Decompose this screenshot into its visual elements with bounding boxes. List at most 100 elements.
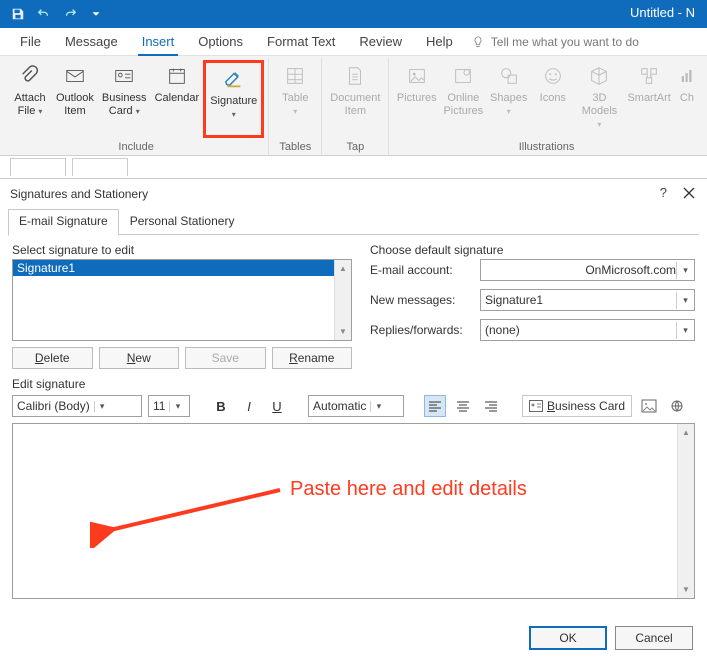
window-title: Untitled - N (630, 5, 695, 20)
title-bar: Untitled - N (0, 0, 707, 28)
outlook-item-button[interactable]: Outlook Item (52, 60, 98, 138)
tab-insert[interactable]: Insert (130, 28, 187, 55)
tell-me-search[interactable]: Tell me what you want to do (471, 28, 639, 55)
format-toolbar: Calibri (Body) ▾ 11 ▾ B I U Automatic ▾ (12, 395, 695, 417)
undo-icon[interactable] (32, 2, 56, 26)
new-button[interactable]: New (99, 347, 180, 369)
scroll-up-icon[interactable]: ▲ (335, 260, 351, 277)
ribbon-group-tap: Document Item Tap (322, 58, 389, 155)
pictures-icon (406, 62, 428, 90)
tab-personal-stationery[interactable]: Personal Stationery (119, 209, 246, 235)
rename-button[interactable]: Rename (272, 347, 353, 369)
pictures-button: Pictures (393, 60, 440, 138)
icons-button: Icons (531, 60, 575, 138)
ribbon-group-tables: Table ▾ Tables (269, 58, 322, 155)
edit-signature-label: Edit signature (12, 377, 695, 391)
tab-help[interactable]: Help (414, 28, 465, 55)
align-center-button[interactable] (452, 395, 474, 417)
chevron-down-icon: ▾ (169, 401, 185, 412)
dialog-tabs: E-mail Signature Personal Stationery (8, 209, 699, 235)
scroll-down-icon[interactable]: ▼ (678, 581, 694, 598)
table-icon (284, 62, 306, 90)
signature-editor[interactable]: ▲ ▼ (12, 423, 695, 599)
bold-button[interactable]: B (210, 395, 232, 417)
underline-button[interactable]: U (266, 395, 288, 417)
font-size-select[interactable]: 11 ▾ (148, 395, 190, 417)
replies-forwards-label: Replies/forwards: (370, 323, 480, 337)
tab-review[interactable]: Review (347, 28, 414, 55)
smartart-icon (638, 62, 660, 90)
dialog-footer: OK Cancel (0, 618, 707, 658)
chart-icon (678, 62, 696, 90)
chevron-down-icon: ▾ (94, 401, 110, 412)
card-icon (113, 62, 135, 90)
calendar-icon (166, 62, 188, 90)
business-card-button[interactable]: Business Card ▾ (98, 60, 151, 138)
ribbon: Attach File ▾ Outlook Item Business Card… (0, 56, 707, 156)
align-right-button[interactable] (480, 395, 502, 417)
card-icon (529, 400, 543, 412)
email-account-label: E-mail account: (370, 263, 480, 277)
ribbon-group-illustrations: Pictures Online Pictures Shapes ▾ Icons … (389, 58, 703, 155)
tab-message[interactable]: Message (53, 28, 130, 55)
italic-button[interactable]: I (238, 395, 260, 417)
dialog-titlebar: Signatures and Stationery ? (0, 179, 707, 209)
icons-icon (542, 62, 564, 90)
tab-email-signature[interactable]: E-mail Signature (8, 209, 119, 236)
select-signature-label: Select signature to edit (12, 243, 352, 257)
signature-button[interactable]: Signature ▾ (203, 60, 264, 138)
tab-format-text[interactable]: Format Text (255, 28, 347, 55)
scroll-up-icon[interactable]: ▲ (678, 424, 694, 441)
document-icon (344, 62, 366, 90)
document-item-button: Document Item (326, 60, 384, 138)
attach-file-button[interactable]: Attach File ▾ (8, 60, 52, 138)
envelope-icon (64, 62, 86, 90)
close-icon[interactable] (681, 185, 697, 201)
default-signature-label: Choose default signature (370, 243, 695, 257)
business-card-insert[interactable]: Business Card (522, 395, 632, 417)
ok-button[interactable]: OK (529, 626, 607, 650)
redo-icon[interactable] (58, 2, 82, 26)
scrollbar[interactable]: ▲ ▼ (677, 424, 694, 598)
lightbulb-icon (471, 35, 485, 49)
scroll-down-icon[interactable]: ▼ (335, 323, 351, 340)
tab-options[interactable]: Options (186, 28, 255, 55)
online-pictures-button: Online Pictures (440, 60, 487, 138)
cube-icon (588, 62, 610, 90)
save-icon[interactable] (6, 2, 30, 26)
dialog-help-button[interactable]: ? (660, 185, 667, 200)
calendar-button[interactable]: Calendar (151, 60, 204, 138)
signatures-dialog: Signatures and Stationery ? E-mail Signa… (0, 178, 707, 658)
insert-link-button[interactable] (666, 395, 688, 417)
insert-picture-button[interactable] (638, 395, 660, 417)
font-color-select[interactable]: Automatic ▾ (308, 395, 404, 417)
chart-button: Ch (674, 60, 699, 138)
signature-icon (223, 65, 245, 93)
scrollbar[interactable]: ▲ ▼ (334, 260, 351, 340)
chevron-down-icon: ▾ (676, 262, 694, 279)
qat-customize-icon[interactable] (84, 2, 108, 26)
cancel-button[interactable]: Cancel (615, 626, 693, 650)
quick-access-toolbar (0, 2, 108, 26)
font-family-select[interactable]: Calibri (Body) ▾ (12, 395, 142, 417)
align-left-button[interactable] (424, 395, 446, 417)
smartart-button: SmartArt (624, 60, 674, 138)
paperclip-icon (19, 62, 41, 90)
new-messages-label: New messages: (370, 293, 480, 307)
replies-forwards-select[interactable]: (none) ▾ (480, 319, 695, 341)
new-messages-select[interactable]: Signature1 ▾ (480, 289, 695, 311)
dialog-title: Signatures and Stationery (10, 187, 148, 201)
online-pictures-icon (452, 62, 474, 90)
chevron-down-icon: ▾ (676, 292, 694, 309)
delete-button[interactable]: Delete (12, 347, 93, 369)
3d-models-button: 3D Models ▾ (575, 60, 624, 138)
table-button: Table ▾ (273, 60, 317, 138)
ribbon-group-include: Attach File ▾ Outlook Item Business Card… (4, 58, 269, 155)
chevron-down-icon: ▾ (676, 322, 694, 339)
signature-list[interactable]: Signature1 ▲ ▼ (12, 259, 352, 341)
tab-file[interactable]: File (8, 28, 53, 55)
email-account-select[interactable]: OnMicrosoft.com ▾ (480, 259, 695, 281)
signature-list-item[interactable]: Signature1 (13, 260, 334, 276)
shapes-icon (498, 62, 520, 90)
ribbon-tabs: File Message Insert Options Format Text … (0, 28, 707, 56)
